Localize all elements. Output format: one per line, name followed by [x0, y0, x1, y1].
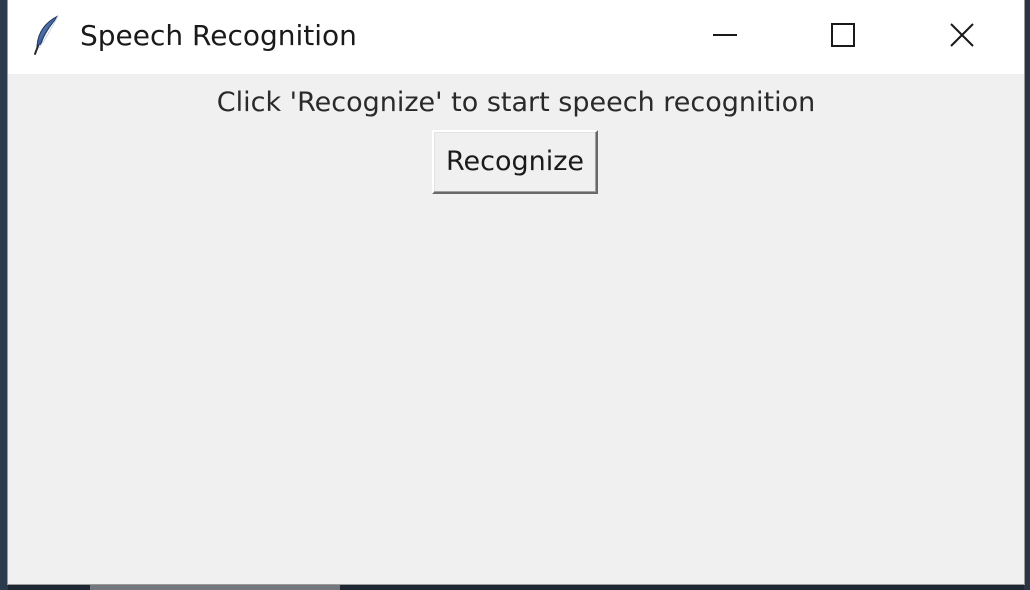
close-button[interactable] [903, 0, 1021, 74]
desktop-background-edge [1024, 0, 1030, 590]
title-bar[interactable]: Speech Recognition [8, 0, 1024, 74]
minimize-button[interactable] [666, 0, 784, 74]
recognize-button[interactable]: Recognize [432, 130, 598, 194]
client-area: Click 'Recognize' to start speech recogn… [8, 74, 1024, 584]
instruction-label: Click 'Recognize' to start speech recogn… [216, 87, 816, 118]
close-icon [948, 21, 976, 53]
maximize-button[interactable] [784, 0, 902, 74]
feather-icon [32, 14, 62, 56]
minimize-icon [711, 21, 739, 53]
app-window: Speech Recognition Click 'Recognize' to … [8, 0, 1024, 584]
background-window-fragment [90, 584, 340, 590]
maximize-icon [829, 21, 857, 53]
window-title: Speech Recognition [80, 19, 357, 52]
